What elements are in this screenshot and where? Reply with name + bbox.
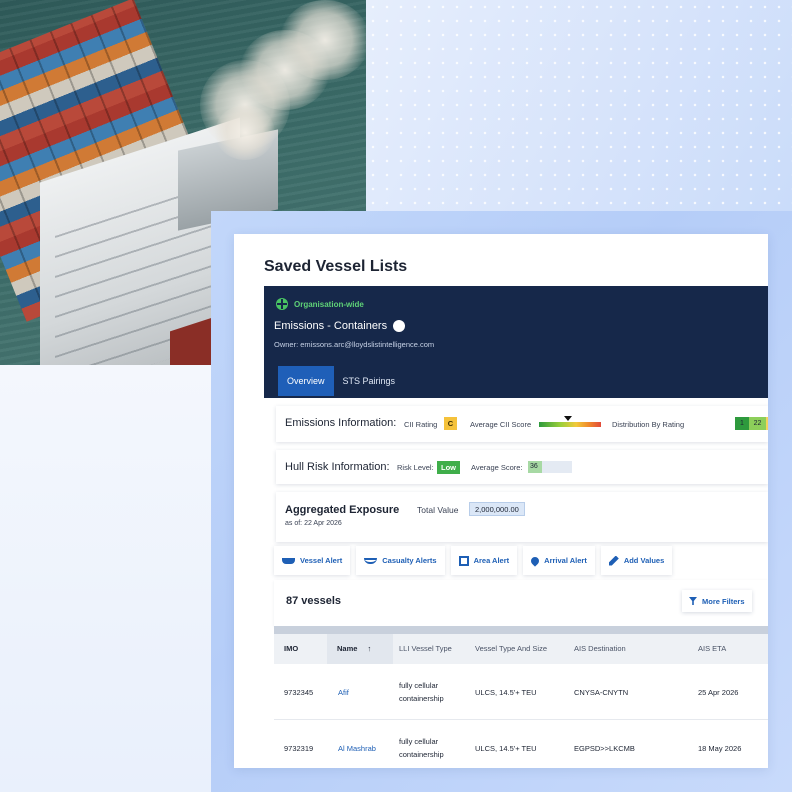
- filter-icon: [689, 597, 697, 605]
- col-ais-destination[interactable]: AIS Destination: [574, 634, 626, 664]
- cell-eta: 18 May 2026: [698, 744, 742, 753]
- vessel-alert-button[interactable]: Vessel Alert: [274, 546, 351, 575]
- page-title: Saved Vessel Lists: [264, 258, 408, 275]
- scope-label: Organisation-wide: [294, 299, 364, 309]
- cell-imo: 9732319: [284, 744, 314, 753]
- aggregated-exposure-card: Aggregated Exposure as of: 22 Apr 2026 T…: [276, 492, 768, 542]
- hull-risk-card: Hull Risk Information: Risk Level: Low A…: [276, 450, 768, 484]
- background-left: [0, 365, 212, 792]
- add-values-button[interactable]: Add Values: [600, 546, 673, 575]
- list-name-text: Emissions - Containers: [274, 320, 388, 332]
- cell-name-link[interactable]: Afif: [338, 686, 349, 699]
- list-header: Organisation-wide Emissions - Containers…: [264, 286, 768, 398]
- table-header: IMO Name ↑ LLI Vessel Type Vessel Type A…: [274, 634, 768, 664]
- area-alert-button[interactable]: Area Alert: [450, 546, 518, 575]
- status-dot: [393, 320, 406, 332]
- aggregated-title: Aggregated Exposure: [285, 504, 400, 516]
- hull-risk-title: Hull Risk Information:: [285, 461, 390, 473]
- cell-lli-type-line1: fully cellular: [399, 737, 439, 746]
- cell-vessel-size: ULCS, 14.5'+ TEU: [475, 744, 537, 753]
- col-vessel-type-size[interactable]: Vessel Type And Size: [475, 634, 547, 664]
- distribution-label: Distribution By Rating: [612, 420, 685, 429]
- table-row[interactable]: 9732345 Afif fully cellular containershi…: [274, 664, 768, 720]
- vessel-alert-label: Vessel Alert: [300, 556, 343, 565]
- cell-lli-type-line2: containership: [399, 694, 444, 703]
- more-filters-button[interactable]: More Filters: [682, 590, 752, 612]
- cii-rating-badge: C: [444, 417, 457, 430]
- cell-eta: 25 Apr 2026: [698, 688, 739, 697]
- cell-lli-type: fully cellular containership: [399, 679, 444, 705]
- risk-level-badge: Low: [437, 461, 460, 474]
- tab-sts-pairings[interactable]: STS Pairings: [334, 366, 405, 396]
- table-scrollbar[interactable]: [274, 626, 768, 634]
- distribution-segment: 46: [766, 417, 768, 430]
- risk-level-label: Risk Level:: [397, 463, 434, 472]
- emissions-title: Emissions Information:: [285, 417, 397, 429]
- background-dotted: [366, 0, 792, 212]
- globe-icon: [276, 298, 288, 310]
- add-values-label: Add Values: [623, 556, 665, 565]
- location-pin-icon: [529, 554, 541, 567]
- area-select-icon: [458, 555, 469, 566]
- total-value-label: Total Value: [417, 505, 459, 515]
- cii-rating-label: CII Rating: [404, 420, 438, 429]
- avg-cii-label: Average CII Score: [470, 420, 532, 429]
- avg-score-value: 36: [528, 461, 542, 473]
- avg-cii-scale: [539, 422, 601, 427]
- cell-destination: CNYSA-CNYTN: [574, 688, 629, 697]
- distribution-segment: 1: [735, 417, 749, 430]
- arrival-alert-label: Arrival Alert: [544, 556, 587, 565]
- ship-icon: [282, 557, 295, 564]
- cell-lli-type-line2: containership: [399, 750, 444, 759]
- arrival-alert-button[interactable]: Arrival Alert: [523, 546, 595, 575]
- col-imo[interactable]: IMO: [284, 634, 298, 664]
- as-of-date: as of: 22 Apr 2026: [285, 520, 342, 527]
- col-ais-eta[interactable]: AIS ETA: [698, 634, 726, 664]
- casualty-alerts-button[interactable]: Casualty Alerts: [356, 546, 445, 575]
- saved-vessel-lists-window: Saved Vessel Lists Organisation-wide Emi…: [234, 234, 768, 768]
- distribution-segment: 22: [749, 417, 766, 430]
- vessel-count: 87 vessels: [286, 595, 342, 607]
- ship-wave-icon: [364, 557, 378, 564]
- more-filters-label: More Filters: [702, 596, 745, 606]
- col-name-label: Name: [337, 644, 358, 653]
- col-lli-vessel-type[interactable]: LLI Vessel Type: [399, 634, 452, 664]
- tab-overview[interactable]: Overview: [278, 366, 334, 396]
- casualty-alerts-label: Casualty Alerts: [382, 556, 437, 565]
- avg-cii-marker: [564, 416, 573, 421]
- action-bar: Vessel Alert Casualty Alerts Area Alert …: [274, 546, 673, 575]
- table-row[interactable]: 9732319 Al Mashrab fully cellular contai…: [274, 720, 768, 768]
- avg-score-label: Average Score:: [471, 463, 523, 472]
- list-name: Emissions - Containers: [274, 320, 406, 332]
- results-bar: 87 vessels More Filters: [274, 580, 768, 626]
- scope-row: Organisation-wide: [276, 298, 364, 310]
- total-value: 2,000,000.00: [469, 502, 525, 516]
- cell-imo: 9732345: [284, 688, 314, 697]
- sort-ascending-icon: ↑: [367, 644, 372, 653]
- edit-icon: [608, 555, 619, 566]
- cell-lli-type: fully cellular containership: [399, 735, 444, 761]
- col-name[interactable]: Name ↑: [327, 634, 393, 664]
- tab-bar: Overview STS Pairings: [278, 366, 404, 396]
- cell-vessel-size: ULCS, 14.5'+ TEU: [475, 688, 537, 697]
- owner-text: Owner: emissons.arc@lloydslistintelligen…: [274, 340, 435, 349]
- cell-destination: EGPSD>>LKCMB: [574, 744, 635, 753]
- area-alert-label: Area Alert: [473, 556, 510, 565]
- cell-name-link[interactable]: Al Mashrab: [338, 742, 376, 755]
- emissions-card: Emissions Information: CII Rating C Aver…: [276, 406, 768, 442]
- cell-lli-type-line1: fully cellular: [399, 681, 439, 690]
